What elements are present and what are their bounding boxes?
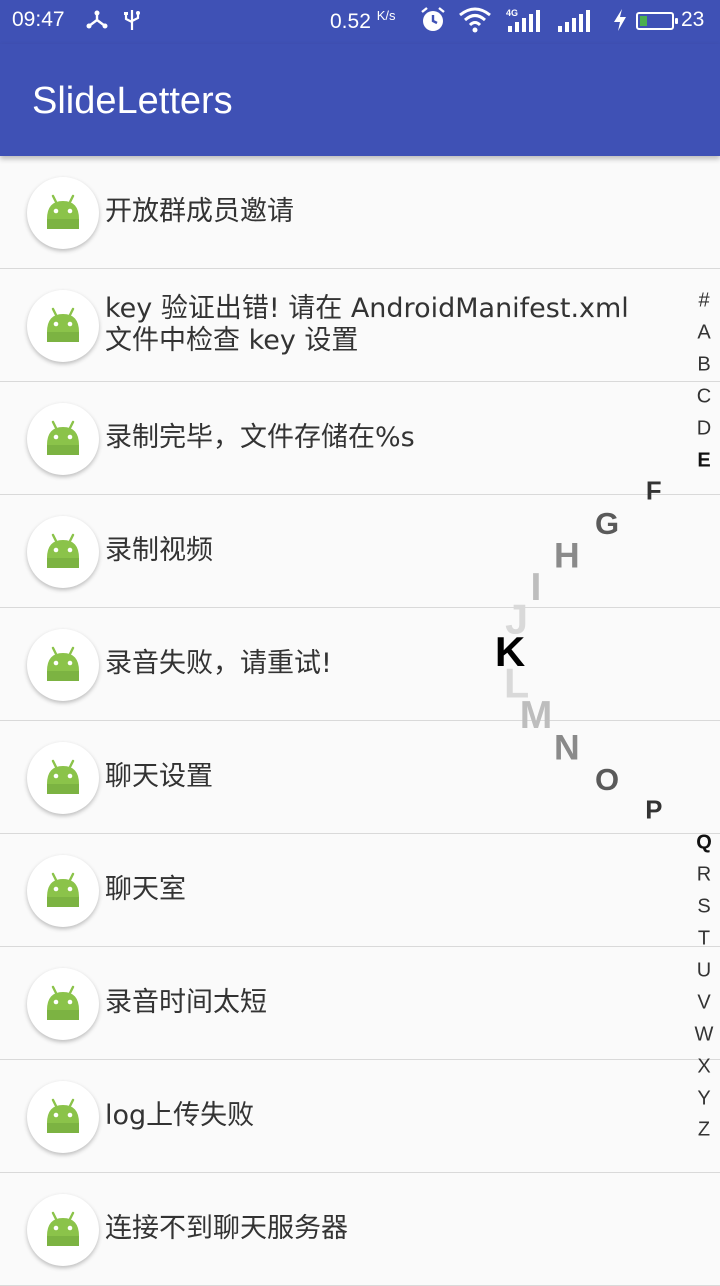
index-letter[interactable]: X	[697, 1055, 710, 1078]
message-list[interactable]: 开放群成员邀请 key 验证出错! 请在 AndroidManifest.xml …	[0, 156, 720, 1286]
index-letter[interactable]: A	[697, 321, 710, 344]
debug-icon	[120, 8, 144, 39]
app-bar: SlideLetters	[0, 44, 720, 156]
list-item[interactable]: 聊天室	[0, 834, 720, 947]
battery-fill	[640, 16, 647, 26]
android-icon	[27, 1081, 99, 1153]
android-icon	[27, 290, 99, 362]
android-icon	[27, 403, 99, 475]
network-type-label: 4G	[506, 8, 518, 18]
index-letter[interactable]: I	[531, 566, 542, 610]
list-item-label: 录制完毕，文件存储在%s	[105, 422, 415, 453]
list-item-label: 连接不到聊天服务器	[105, 1213, 348, 1244]
list-item[interactable]: log上传失败	[0, 1060, 720, 1173]
list-item-label: 开放群成员邀请	[105, 196, 294, 227]
list-item-label: log上传失败	[105, 1100, 255, 1131]
android-icon	[27, 968, 99, 1040]
list-item[interactable]: 录音失败，请重试!	[0, 608, 720, 721]
index-letter[interactable]: M	[520, 694, 553, 738]
android-icon	[27, 629, 99, 701]
index-letter[interactable]: P	[645, 797, 662, 826]
android-icon	[27, 1194, 99, 1266]
android-icon	[27, 516, 99, 588]
list-item[interactable]: key 验证出错! 请在 AndroidManifest.xml 文件中检查 k…	[0, 269, 720, 382]
index-letter[interactable]: S	[697, 896, 710, 919]
list-item-label: 录音失败，请重试!	[105, 648, 332, 679]
app-title: SlideLetters	[32, 80, 233, 122]
list-item[interactable]: 录音时间太短	[0, 947, 720, 1060]
index-letter[interactable]: U	[697, 959, 711, 982]
index-letter[interactable]: R	[697, 864, 711, 887]
list-item[interactable]: 连接不到聊天服务器	[0, 1173, 720, 1286]
index-letter[interactable]: B	[697, 353, 710, 376]
index-letter[interactable]: C	[697, 385, 711, 408]
index-letter[interactable]: T	[698, 928, 710, 951]
network-speed: 0.52 K/s	[330, 8, 396, 33]
index-letter[interactable]: H	[554, 536, 580, 577]
battery-level: 23	[681, 8, 705, 31]
android-icon	[27, 177, 99, 249]
index-letter[interactable]: W	[695, 1023, 714, 1046]
battery-icon	[636, 12, 678, 30]
charging-icon	[610, 6, 630, 41]
list-item-label: key 验证出错! 请在 AndroidManifest.xml 文件中检查 k…	[105, 293, 629, 356]
index-letter[interactable]: Z	[698, 1119, 710, 1142]
list-item-label: 录音时间太短	[105, 987, 267, 1018]
index-letter[interactable]: Q	[696, 832, 712, 855]
android-icon	[27, 742, 99, 814]
status-bar: 09:47 0.52 K/s 4G 23	[0, 0, 720, 44]
index-letter[interactable]: V	[697, 991, 710, 1014]
index-letter[interactable]: D	[697, 417, 711, 440]
android-icon	[27, 855, 99, 927]
index-letter[interactable]: N	[554, 727, 580, 768]
index-letter[interactable]: #	[698, 290, 709, 313]
index-letter[interactable]: G	[595, 506, 619, 542]
index-letter[interactable]: E	[697, 449, 710, 472]
wifi-icon	[458, 6, 492, 41]
alarm-icon	[419, 6, 447, 41]
index-letter[interactable]: O	[595, 762, 619, 798]
list-item[interactable]: 开放群成员邀请	[0, 156, 720, 269]
index-letter[interactable]: F	[646, 478, 662, 507]
usb-icon	[85, 8, 109, 39]
signal-4g-icon: 4G	[504, 6, 544, 41]
list-item-label: 聊天室	[105, 874, 186, 905]
index-letter[interactable]: Y	[697, 1087, 710, 1110]
list-item[interactable]: 录制完毕，文件存储在%s	[0, 382, 720, 495]
status-time: 09:47	[12, 8, 65, 31]
signal-icon	[556, 6, 596, 41]
network-speed-unit: K/s	[376, 8, 396, 23]
